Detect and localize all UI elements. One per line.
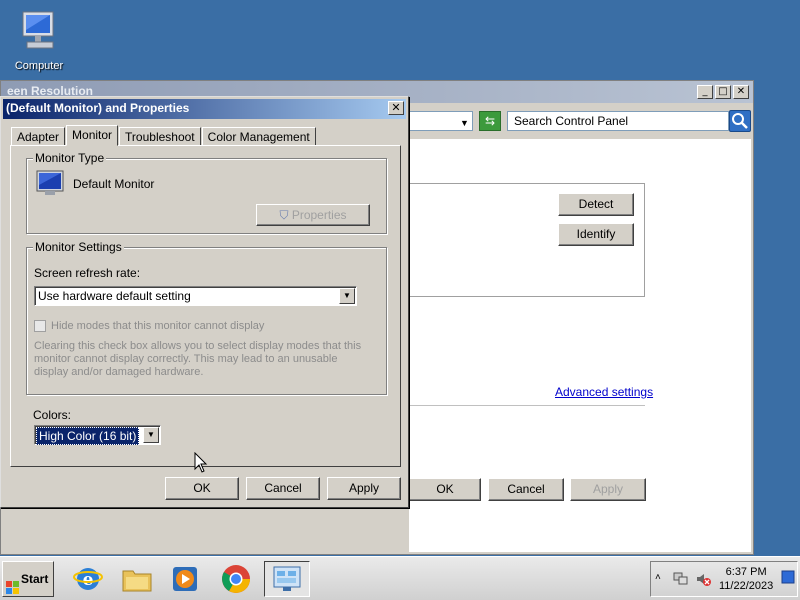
refresh-icon[interactable]: ⇆: [479, 111, 501, 131]
chrome-icon[interactable]: [216, 561, 256, 597]
search-icon[interactable]: [729, 110, 751, 132]
bg-apply-button[interactable]: Apply: [570, 478, 646, 501]
address-input[interactable]: ▼: [409, 111, 473, 131]
address-bar: ▼ ⇆ Search Control Panel: [409, 109, 753, 135]
monitor-icon: [35, 169, 65, 202]
volume-muted-icon[interactable]: [695, 571, 711, 590]
maximize-button[interactable]: □: [715, 85, 731, 99]
tab-troubleshoot[interactable]: Troubleshoot: [119, 127, 201, 146]
start-button[interactable]: Start: [2, 561, 54, 597]
colors-value: High Color (16 bit): [36, 427, 140, 445]
search-input[interactable]: Search Control Panel: [507, 111, 729, 131]
bg-ok-button[interactable]: OK: [409, 478, 481, 501]
chevron-down-icon[interactable]: ▼: [143, 427, 159, 443]
internet-explorer-icon[interactable]: e: [68, 561, 108, 597]
network-icon[interactable]: [673, 571, 689, 590]
divider: [409, 405, 645, 406]
chevron-up-icon[interactable]: ˄: [655, 572, 661, 583]
apply-button[interactable]: Apply: [327, 477, 401, 500]
window-controls: _ □ ✕: [697, 85, 749, 99]
identify-button[interactable]: Identify: [558, 223, 634, 246]
shield-icon: ⛉: [279, 208, 289, 222]
monitor-properties-dialog: (Default Monitor) and Properties ✕ Adapt…: [0, 96, 409, 508]
minimize-button[interactable]: _: [697, 85, 713, 99]
control-panel-icon[interactable]: [264, 561, 310, 597]
tab-strip: Adapter Monitor Troubleshoot Color Manag…: [11, 125, 317, 146]
dialog-title: (Default Monitor) and Properties: [6, 101, 190, 115]
advanced-settings-link[interactable]: Advanced settings: [555, 385, 653, 399]
hide-modes-checkbox[interactable]: [34, 320, 46, 332]
colors-select[interactable]: High Color (16 bit) ▼: [34, 425, 161, 445]
monitor-properties-button[interactable]: ⛉ Properties: [256, 204, 370, 226]
taskbar: Start e ˄ 6:37 PM 11/22/2023: [0, 556, 800, 600]
monitor-name: Default Monitor: [73, 177, 155, 191]
tab-color-management[interactable]: Color Management: [201, 127, 316, 146]
system-tray: ˄ 6:37 PM 11/22/2023: [650, 561, 798, 597]
monitor-settings-group: Monitor Settings Screen refresh rate: Us…: [26, 240, 387, 395]
start-label: Start: [21, 572, 49, 586]
desktop-computer-icon[interactable]: Computer: [8, 8, 70, 72]
refresh-rate-value: Use hardware default setting: [38, 289, 191, 303]
hide-modes-label: Hide modes that this monitor cannot disp…: [51, 320, 265, 332]
monitor-properties-label: Properties: [291, 208, 347, 222]
refresh-rate-select[interactable]: Use hardware default setting ▼: [34, 286, 357, 306]
clock[interactable]: 6:37 PM 11/22/2023: [719, 565, 773, 593]
computer-icon: [17, 8, 61, 54]
tab-adapter[interactable]: Adapter: [11, 127, 66, 146]
clock-date: 11/22/2023: [719, 580, 774, 592]
file-explorer-icon[interactable]: [117, 561, 157, 597]
clock-time: 6:37 PM: [725, 566, 767, 578]
ok-button[interactable]: OK: [165, 477, 239, 500]
bg-cancel-button[interactable]: Cancel: [488, 478, 564, 501]
desktop-computer-label: Computer: [14, 60, 64, 72]
monitor-type-label: Monitor Type: [33, 151, 107, 165]
chevron-down-icon[interactable]: ▼: [339, 288, 355, 304]
cancel-button[interactable]: Cancel: [246, 477, 320, 500]
show-desktop-icon[interactable]: [781, 570, 795, 587]
dialog-title-bar[interactable]: (Default Monitor) and Properties ✕: [3, 99, 406, 119]
close-button[interactable]: ✕: [733, 85, 749, 99]
chevron-down-icon[interactable]: ▼: [460, 118, 469, 128]
monitor-type-group: Monitor Type Default Monitor ⛉ Propertie…: [26, 151, 387, 234]
media-player-icon[interactable]: [165, 561, 205, 597]
screen-resolution-content: Detect Identify Advanced settings OK Can…: [409, 139, 751, 552]
colors-label: Colors:: [33, 408, 72, 422]
windows-flag-icon: [6, 573, 19, 594]
hide-modes-help-text: Clearing this check box allows you to se…: [34, 340, 362, 378]
monitor-settings-label: Monitor Settings: [33, 240, 124, 254]
tab-monitor[interactable]: Monitor: [66, 125, 119, 146]
detect-button[interactable]: Detect: [558, 193, 634, 216]
mouse-cursor-icon: [194, 451, 208, 477]
refresh-rate-label: Screen refresh rate:: [34, 266, 141, 280]
dialog-close-button[interactable]: ✕: [388, 101, 404, 115]
